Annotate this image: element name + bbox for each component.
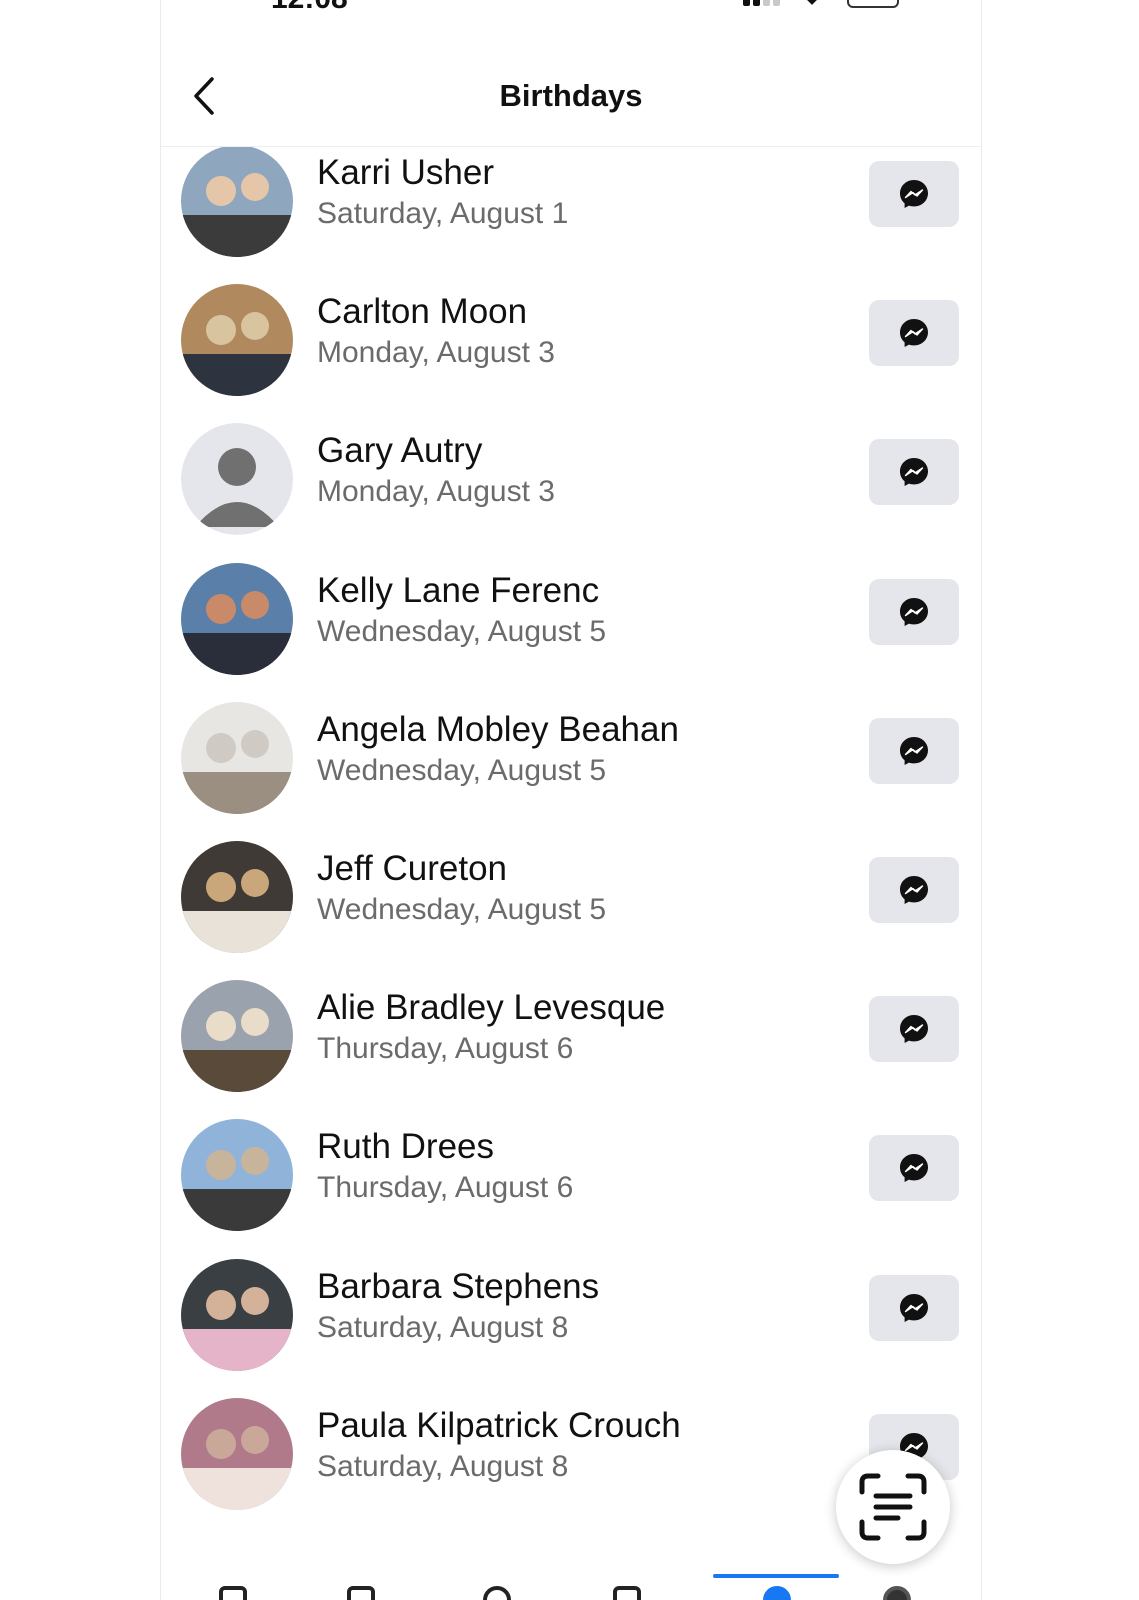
messenger-icon	[900, 1015, 928, 1044]
person-name[interactable]: Carlton Moon	[317, 292, 527, 332]
phone-screen: 12:08 Birthdays Karri Usher Saturday, Aug…	[160, 0, 982, 1600]
tab-home[interactable]	[213, 1586, 253, 1600]
avatar[interactable]	[181, 701, 293, 814]
birthday-row[interactable]: Alie Bradley Levesque Thursday, August 6	[161, 980, 981, 1122]
notifications-icon	[763, 1586, 791, 1600]
status-bar: 12:08	[161, 0, 981, 16]
birthday-date: Saturday, August 8	[317, 1449, 569, 1483]
avatar[interactable]	[181, 284, 293, 397]
birthday-date: Saturday, August 8	[317, 1310, 569, 1344]
send-message-button[interactable]	[869, 996, 959, 1063]
tab-notifications[interactable]	[757, 1586, 797, 1600]
tab-profile[interactable]	[877, 1586, 917, 1600]
avatar[interactable]	[181, 145, 293, 257]
birthday-date: Thursday, August 6	[317, 1171, 574, 1205]
send-message-button[interactable]	[869, 717, 959, 784]
cellular-signal-icon	[743, 0, 780, 6]
person-name[interactable]: Barbara Stephens	[317, 1267, 599, 1307]
send-message-button[interactable]	[869, 578, 959, 645]
messenger-icon	[900, 876, 928, 904]
send-message-button[interactable]	[869, 1274, 959, 1341]
send-message-button[interactable]	[869, 1135, 959, 1202]
person-name[interactable]: Karri Usher	[317, 153, 494, 193]
messenger-icon	[900, 597, 928, 626]
birthday-row[interactable]: Barbara Stephens Saturday, August 8	[161, 1258, 981, 1401]
tab-friends[interactable]	[477, 1586, 517, 1600]
video-icon	[347, 1586, 375, 1600]
person-name[interactable]: Paula Kilpatrick Crouch	[317, 1406, 681, 1446]
person-name[interactable]: Angela Mobley Beahan	[317, 710, 679, 750]
birthday-date: Wednesday, August 5	[317, 753, 607, 787]
birthday-row[interactable]: Jeff Cureton Wednesday, August 5	[161, 841, 981, 983]
person-name[interactable]: Jeff Cureton	[317, 849, 507, 889]
avatar[interactable]	[181, 980, 293, 1093]
messenger-icon	[900, 180, 928, 208]
tab-marketplace[interactable]	[607, 1586, 647, 1600]
status-time: 12:08	[271, 0, 348, 16]
person-name[interactable]: Gary Autry	[317, 431, 482, 471]
birthday-row[interactable]: Gary Autry Monday, August 3	[161, 423, 981, 565]
active-tab-indicator	[713, 1574, 839, 1578]
messenger-icon	[900, 1293, 928, 1322]
home-icon	[219, 1586, 247, 1600]
avatar[interactable]	[181, 841, 293, 953]
messenger-icon	[900, 1154, 928, 1183]
birthday-date: Wednesday, August 5	[317, 614, 607, 648]
birthday-date: Wednesday, August 5	[317, 893, 607, 926]
battery-icon	[847, 0, 899, 8]
avatar[interactable]	[181, 1258, 293, 1371]
page-title: Birthdays	[499, 78, 643, 113]
send-message-button[interactable]	[869, 300, 959, 367]
avatar[interactable]	[181, 423, 293, 536]
birthday-date: Monday, August 3	[317, 475, 555, 509]
avatar[interactable]	[181, 1397, 293, 1510]
person-name[interactable]: Alie Bradley Levesque	[317, 988, 665, 1028]
bottom-tab-bar	[161, 1568, 981, 1600]
send-message-button[interactable]	[869, 857, 959, 923]
messenger-icon	[900, 319, 928, 348]
person-name[interactable]: Ruth Drees	[317, 1127, 494, 1167]
birthday-date: Thursday, August 6	[317, 1032, 574, 1066]
tab-video[interactable]	[341, 1586, 381, 1600]
marketplace-icon	[613, 1586, 641, 1600]
birthday-row[interactable]: Angela Mobley Beahan Wednesday, August 5	[161, 701, 981, 844]
person-name[interactable]: Kelly Lane Ferenc	[317, 571, 599, 611]
birthday-date: Saturday, August 1	[317, 197, 569, 230]
friends-icon	[483, 1586, 511, 1600]
birthday-date: Monday, August 3	[317, 336, 555, 370]
wifi-icon	[802, 0, 822, 5]
profile-avatar-icon	[883, 1586, 911, 1600]
page: 12:08 Birthdays Karri Usher Saturday, Aug…	[0, 0, 1139, 1600]
header-bar: Birthdays	[161, 60, 981, 147]
messenger-icon	[900, 736, 928, 765]
birthday-row[interactable]: Kelly Lane Ferenc Wednesday, August 5	[161, 562, 981, 705]
avatar[interactable]	[181, 1119, 293, 1232]
birthday-row[interactable]: Ruth Drees Thursday, August 6	[161, 1119, 981, 1261]
birthday-row[interactable]: Carlton Moon Monday, August 3	[161, 284, 981, 426]
text-scan-icon	[859, 1473, 927, 1541]
birthday-row[interactable]: Karri Usher Saturday, August 1	[161, 145, 981, 287]
messenger-icon	[900, 458, 928, 487]
send-message-button[interactable]	[869, 161, 959, 227]
send-message-button[interactable]	[869, 439, 959, 506]
avatar[interactable]	[181, 562, 293, 675]
text-scan-button[interactable]	[836, 1450, 950, 1564]
